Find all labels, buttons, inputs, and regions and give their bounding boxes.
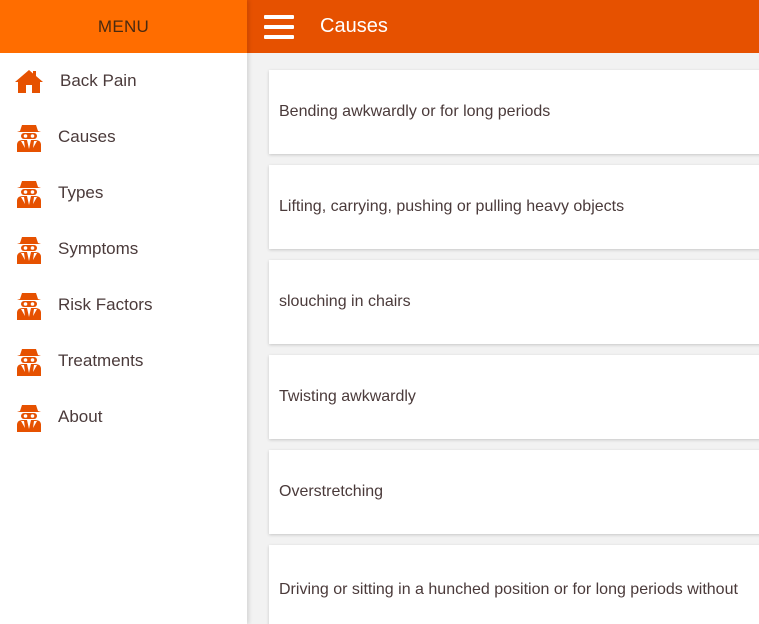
list-item[interactable]: Driving or sitting in a hunched position… xyxy=(269,545,759,624)
causes-list: Bending awkwardly or for long periods Li… xyxy=(269,70,759,624)
nav-item-label: About xyxy=(58,407,103,426)
list-item[interactable]: Twisting awkwardly xyxy=(269,355,759,439)
spy-icon xyxy=(14,290,44,320)
main-content: Causes Bending awkwardly or for long per… xyxy=(247,0,759,624)
page-title: Causes xyxy=(320,15,388,37)
home-icon xyxy=(14,66,44,96)
nav-item-treatments[interactable]: Treatments xyxy=(0,333,247,389)
nav-item-label: Back Pain xyxy=(60,71,137,90)
spy-icon xyxy=(14,346,44,376)
nav-item-about[interactable]: About xyxy=(0,389,247,445)
nav-item-label: Treatments xyxy=(58,351,144,370)
navigation-drawer: MENU Back Pain Causes Types Symptoms Ris… xyxy=(0,0,247,624)
spy-icon xyxy=(14,234,44,264)
list-item-text: slouching in chairs xyxy=(279,293,411,310)
spy-icon xyxy=(14,178,44,208)
list-item-text: Bending awkwardly or for long periods xyxy=(279,103,551,120)
list-item-text: Driving or sitting in a hunched position… xyxy=(279,581,738,598)
menu-header: MENU xyxy=(0,0,247,53)
spy-icon xyxy=(14,122,44,152)
list-item-text: Lifting, carrying, pushing or pulling he… xyxy=(279,198,625,215)
hamburger-icon[interactable] xyxy=(264,14,294,39)
list-item-text: Twisting awkwardly xyxy=(279,388,416,405)
app-bar: Causes xyxy=(247,0,759,53)
nav-item-label: Types xyxy=(58,183,104,202)
list-item[interactable]: Bending awkwardly or for long periods xyxy=(269,70,759,154)
list-item[interactable]: Overstretching xyxy=(269,450,759,534)
nav-item-symptoms[interactable]: Symptoms xyxy=(0,221,247,277)
spy-icon xyxy=(14,402,44,432)
list-item-text: Overstretching xyxy=(279,483,384,500)
nav-item-label: Risk Factors xyxy=(58,295,153,314)
nav-list: Back Pain Causes Types Symptoms Risk Fac… xyxy=(0,53,247,445)
nav-item-label: Causes xyxy=(58,127,116,146)
list-item[interactable]: slouching in chairs xyxy=(269,260,759,344)
nav-item-risk-factors[interactable]: Risk Factors xyxy=(0,277,247,333)
nav-item-types[interactable]: Types xyxy=(0,165,247,221)
nav-item-causes[interactable]: Causes xyxy=(0,109,247,165)
nav-item-label: Symptoms xyxy=(58,239,139,258)
list-item[interactable]: Lifting, carrying, pushing or pulling he… xyxy=(269,165,759,249)
nav-item-back-pain[interactable]: Back Pain xyxy=(0,53,247,109)
